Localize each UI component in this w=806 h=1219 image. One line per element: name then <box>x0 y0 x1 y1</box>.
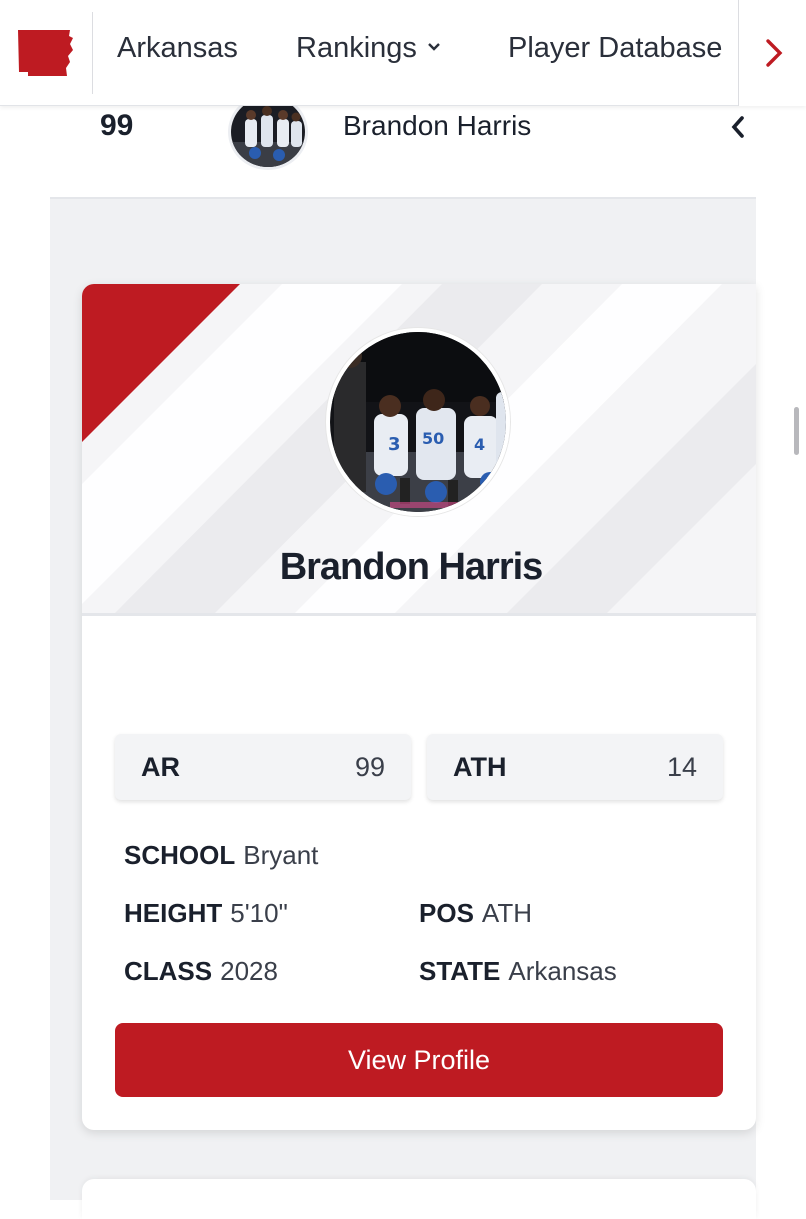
next-player-card <box>82 1179 756 1219</box>
chevron-down-icon <box>427 36 441 57</box>
info-height-value: 5'10" <box>230 898 288 928</box>
rank-number: 99 <box>100 109 134 142</box>
arkansas-state-logo-icon[interactable] <box>16 28 74 78</box>
info-class: CLASS 2028 <box>124 956 278 987</box>
nav-scroll-next-button[interactable] <box>738 0 806 106</box>
info-state: STATE Arkansas <box>419 956 617 987</box>
state-rank-label: AR <box>141 752 180 782</box>
position-rank-label: ATH <box>453 752 507 782</box>
top-navbar: Arkansas Rankings Player Database <box>0 0 806 106</box>
info-class-label: CLASS <box>124 956 213 986</box>
nav-link-rankings[interactable]: Rankings <box>296 32 441 65</box>
info-pos-value: ATH <box>481 898 532 928</box>
info-state-label: STATE <box>419 956 501 986</box>
nav-divider <box>92 12 93 94</box>
nav-link-player-database[interactable]: Player Database <box>508 32 722 65</box>
chevron-right-icon <box>766 39 783 67</box>
player-card: 3 50 4 Brandon Harris AR 99 ATH 14 SCHOO… <box>82 284 756 1130</box>
player-photo: 3 50 4 <box>326 328 510 516</box>
info-school-label: SCHOOL <box>124 840 236 870</box>
state-rank-value: 99 <box>354 752 385 782</box>
position-rank-box: ATH 14 <box>427 734 723 800</box>
player-card-panel: 3 50 4 Brandon Harris AR 99 ATH 14 SCHOO… <box>50 197 756 1219</box>
info-school-value: Bryant <box>243 840 319 870</box>
info-pos-label: POS <box>419 898 474 928</box>
chevron-left-icon[interactable] <box>730 114 746 140</box>
info-height-label: HEIGHT <box>124 898 223 928</box>
svg-text:4: 4 <box>474 435 485 454</box>
svg-text:50: 50 <box>422 429 444 448</box>
scrollbar-thumb[interactable] <box>794 407 799 455</box>
nav-rankings-label: Rankings <box>296 32 417 64</box>
info-school: SCHOOL Bryant <box>124 840 318 871</box>
view-profile-button[interactable]: View Profile <box>115 1023 723 1097</box>
info-height: HEIGHT 5'10" <box>124 898 288 929</box>
state-rank-box: AR 99 <box>115 734 411 800</box>
rank-player-name: Brandon Harris <box>343 110 532 141</box>
nav-link-arkansas[interactable]: Arkansas <box>117 32 238 65</box>
ranking-row[interactable]: 99 Brandon Harris <box>0 94 806 198</box>
info-state-value: Arkansas <box>508 956 617 986</box>
player-card-header: 3 50 4 Brandon Harris <box>82 284 756 616</box>
position-rank-value: 14 <box>666 752 697 782</box>
svg-text:3: 3 <box>388 434 401 455</box>
player-name: Brandon Harris <box>279 546 544 588</box>
info-class-value: 2028 <box>220 956 278 986</box>
info-pos: POS ATH <box>419 898 532 929</box>
